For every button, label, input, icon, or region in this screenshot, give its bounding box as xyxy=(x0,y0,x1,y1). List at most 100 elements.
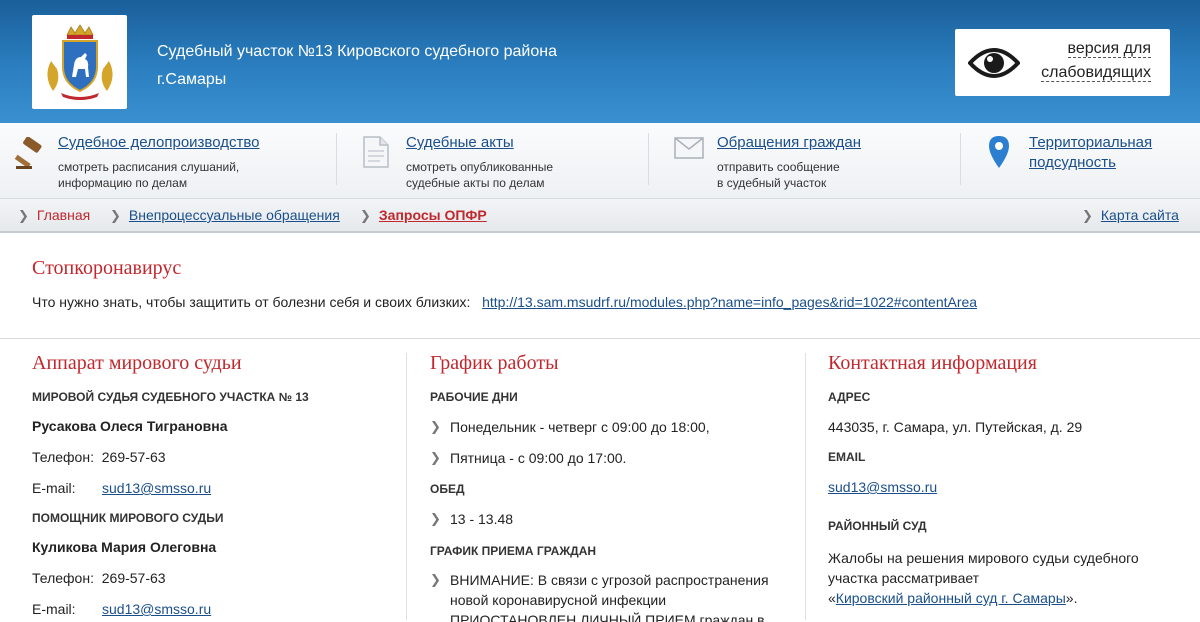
district-label: РАЙОННЫЙ СУД xyxy=(828,519,927,533)
covid-title: Стопкоронавирус xyxy=(32,257,181,280)
quote-mark: ». xyxy=(1066,590,1078,606)
reception-label: ГРАФИК ПРИЕМА ГРАЖДАН xyxy=(430,544,596,558)
info-columns: Аппарат мирового судьи МИРОВОЙ СУДЬЯ СУД… xyxy=(0,339,1200,620)
district-text: Жалобы на решения мирового судьи судебно… xyxy=(828,548,1139,608)
reception-line: ПРИОСТАНОВЛЕН ЛИЧНЫЙ ПРИЕМ граждан в xyxy=(450,612,765,622)
nav-desc-line: смотреть расписания слушаний, xyxy=(58,159,239,175)
document-icon xyxy=(362,135,390,169)
nav-item-court-acts[interactable]: Судебные акты смотреть опубликованные су… xyxy=(362,133,632,191)
district-line: Жалобы на решения мирового судьи судебно… xyxy=(828,550,1139,566)
chevron-right-icon: ❯ xyxy=(430,509,441,529)
site-title-line-2: г.Самары xyxy=(157,66,617,94)
breadcrumb-section-link[interactable]: Внепроцессуальные обращения xyxy=(129,207,340,223)
covid-section: Стопкоронавирус Что нужно знать, чтобы з… xyxy=(0,233,1200,339)
low-vision-label-line-2: слабовидящих xyxy=(1041,64,1151,82)
gavel-icon xyxy=(14,137,48,171)
covid-text-row: Что нужно знать, чтобы защитить от болез… xyxy=(32,294,977,310)
main-nav: Судебное делопроизводство смотреть распи… xyxy=(0,123,1200,199)
judge-name: Русакова Олеся Тиграновна xyxy=(32,418,228,434)
judge-email-row: E-mail: sud13@smsso.ru xyxy=(32,480,76,496)
nav-desc-court-acts: смотреть опубликованные судебные акты по… xyxy=(406,159,553,191)
map-pin-icon xyxy=(988,135,1010,169)
contacts-email-link[interactable]: sud13@smsso.ru xyxy=(828,479,937,495)
breadcrumb-home[interactable]: ❯ Главная xyxy=(18,207,90,224)
low-vision-label: версия для слабовидящих xyxy=(1033,37,1151,85)
quote-mark: « xyxy=(828,590,836,606)
lunch-text: 13 - 13.48 xyxy=(450,509,513,529)
judge-phone-row: Телефон: 269-57-63 xyxy=(32,449,166,465)
workdays-text: Понедельник - четверг с 09:00 до 18:00, xyxy=(450,417,710,437)
breadcrumb-current-label: Запросы ОПФР xyxy=(379,207,487,223)
judge-email-link[interactable]: sud13@smsso.ru xyxy=(102,480,211,496)
nav-divider xyxy=(648,133,649,185)
site-title-line-1: Судебный участок №13 Кировского судебног… xyxy=(157,38,617,66)
reception-line: новой коронавирусной инфекции xyxy=(450,592,666,608)
nav-link-court-proceedings[interactable]: Судебное делопроизводство xyxy=(58,133,260,153)
contacts-email-row: sud13@smsso.ru xyxy=(828,479,937,495)
lunch-label: ОБЕД xyxy=(430,482,465,496)
nav-link-citizen-appeals[interactable]: Обращения граждан xyxy=(717,133,861,153)
workdays-label: РАБОЧИЕ ДНИ xyxy=(430,390,518,404)
assistant-phone: 269-57-63 xyxy=(102,570,166,586)
breadcrumb-home-link[interactable]: Главная xyxy=(37,207,90,223)
workdays-text: Пятница - с 09:00 до 17:00. xyxy=(450,448,626,468)
chevron-right-icon: ❯ xyxy=(430,417,441,437)
column-divider xyxy=(805,353,806,620)
nav-desc-citizen-appeals: отправить сообщение в судебный участок xyxy=(717,159,840,191)
chevron-right-icon: ❯ xyxy=(360,208,371,223)
site-header: Судебный участок №13 Кировского судебног… xyxy=(0,0,1200,123)
nav-link-jurisdiction[interactable]: Территориальная подсудность xyxy=(1029,133,1152,173)
district-line: участка рассматривает xyxy=(828,570,979,586)
nav-desc-line: смотреть опубликованные xyxy=(406,159,553,175)
reception-line: ВНИМАНИЕ: В связи с угрозой распростране… xyxy=(450,572,769,588)
coat-of-arms-logo[interactable] xyxy=(32,15,127,109)
envelope-icon xyxy=(674,137,704,159)
assistant-email-link[interactable]: sud13@smsso.ru xyxy=(102,601,211,617)
email-label: E-mail: xyxy=(32,601,76,617)
site-title[interactable]: Судебный участок №13 Кировского судебног… xyxy=(157,38,617,94)
nav-divider xyxy=(960,133,961,185)
nav-link-court-acts[interactable]: Судебные акты xyxy=(406,133,514,153)
nav-desc-line: отправить сообщение xyxy=(717,159,840,175)
judge-phone: 269-57-63 xyxy=(102,449,166,465)
breadcrumb: ❯ Главная ❯ Внепроцессуальные обращения ❯ З… xyxy=(0,199,1200,233)
nav-desc-line: в судебный участок xyxy=(717,175,840,191)
covid-text: Что нужно знать, чтобы защитить от болез… xyxy=(32,294,470,310)
column-divider xyxy=(406,353,407,620)
nav-link-line: Территориальная xyxy=(1029,134,1152,151)
nav-divider xyxy=(336,133,337,185)
phone-label: Телефон: xyxy=(32,570,94,586)
breadcrumb-section[interactable]: ❯ Внепроцессуальные обращения xyxy=(110,207,340,224)
breadcrumb-current: ❯ Запросы ОПФР xyxy=(360,207,487,224)
assistant-phone-row: Телефон: 269-57-63 xyxy=(32,570,166,586)
judge-label: МИРОВОЙ СУДЬЯ СУДЕБНОГО УЧАСТКА № 13 xyxy=(32,390,309,404)
chevron-right-icon: ❯ xyxy=(18,208,29,223)
email-section-label: EMAIL xyxy=(828,450,865,464)
assistant-email-row: E-mail: sud13@smsso.ru xyxy=(32,601,76,617)
chevron-right-icon: ❯ xyxy=(110,208,121,223)
sitemap-link[interactable]: Карта сайта xyxy=(1101,207,1179,223)
covid-info-link[interactable]: http://13.sam.msudrf.ru/modules.php?name… xyxy=(482,294,977,310)
low-vision-label-line-1: версия для xyxy=(1068,40,1152,58)
coat-of-arms-icon xyxy=(41,21,119,103)
eye-icon xyxy=(968,43,1020,83)
assistant-name: Куликова Мария Олеговна xyxy=(32,539,216,555)
breadcrumb-sitemap[interactable]: ❯Карта сайта xyxy=(1082,207,1179,224)
low-vision-version-button[interactable]: версия для слабовидящих xyxy=(955,29,1170,96)
address-value: 443035, г. Самара, ул. Путейская, д. 29 xyxy=(828,419,1082,435)
district-court-link[interactable]: Кировский районный суд г. Самары xyxy=(836,590,1066,606)
reception-text: ВНИМАНИЕ: В связи с угрозой распростране… xyxy=(450,570,769,622)
nav-item-citizen-appeals[interactable]: Обращения граждан отправить сообщение в … xyxy=(674,133,944,191)
chevron-right-icon: ❯ xyxy=(430,448,441,468)
chevron-right-icon: ❯ xyxy=(430,570,441,590)
contacts-title: Контактная информация xyxy=(828,352,1037,375)
nav-desc-court-proceedings: смотреть расписания слушаний, информацию… xyxy=(58,159,239,191)
nav-desc-line: судебные акты по делам xyxy=(406,175,553,191)
nav-item-jurisdiction[interactable]: Территориальная подсудность xyxy=(988,133,1188,191)
email-label: E-mail: xyxy=(32,480,76,496)
nav-link-line: подсудность xyxy=(1029,154,1116,171)
phone-label: Телефон: xyxy=(32,449,94,465)
assistant-label: ПОМОЩНИК МИРОВОГО СУДЬИ xyxy=(32,511,223,525)
nav-item-court-proceedings[interactable]: Судебное делопроизводство смотреть распи… xyxy=(14,133,324,191)
apparatus-title: Аппарат мирового судьи xyxy=(32,352,242,375)
